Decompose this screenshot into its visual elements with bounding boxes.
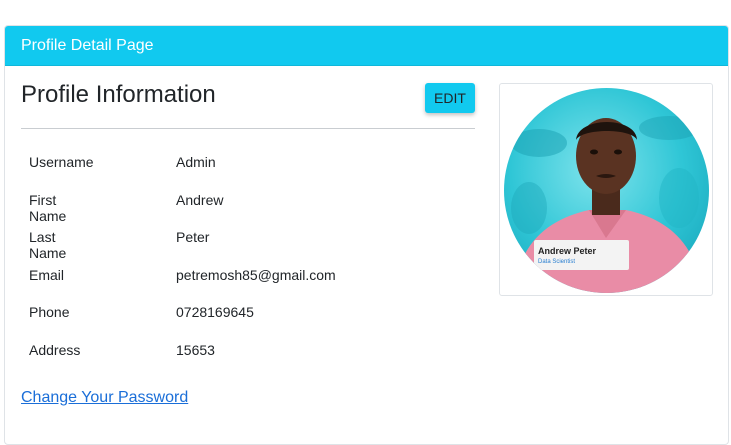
field-value: Admin <box>176 154 216 170</box>
field-label: Email <box>29 266 65 283</box>
role-tag: Data Scientist <box>538 259 575 265</box>
profile-card: Profile Detail Page Profile Information … <box>4 25 729 445</box>
card-header: Profile Detail Page <box>5 26 728 66</box>
name-tag: Andrew Peter <box>538 246 597 256</box>
field-value: petremosh85@gmail.com <box>176 266 336 283</box>
field-label: Address <box>29 341 81 358</box>
edit-button[interactable]: EDIT <box>425 83 475 113</box>
field-label: Username <box>29 154 94 170</box>
avatar: Andrew Peter Data Scientist <box>504 88 709 293</box>
change-password-link[interactable]: Change Your Password <box>21 389 188 407</box>
page-title: Profile Detail Page <box>21 36 154 54</box>
field-value: Peter <box>176 229 210 246</box>
field-value: 15653 <box>176 341 215 358</box>
divider <box>21 128 475 129</box>
profile-heading: Profile Information <box>21 81 216 108</box>
field-label: Phone <box>29 304 70 321</box>
avatar-card: Andrew Peter Data Scientist <box>499 83 713 296</box>
field-label: First Name <box>29 191 67 224</box>
field-label: Last Name <box>29 229 67 262</box>
field-value: 0728169645 <box>176 304 254 321</box>
field-value: Andrew <box>176 191 224 208</box>
